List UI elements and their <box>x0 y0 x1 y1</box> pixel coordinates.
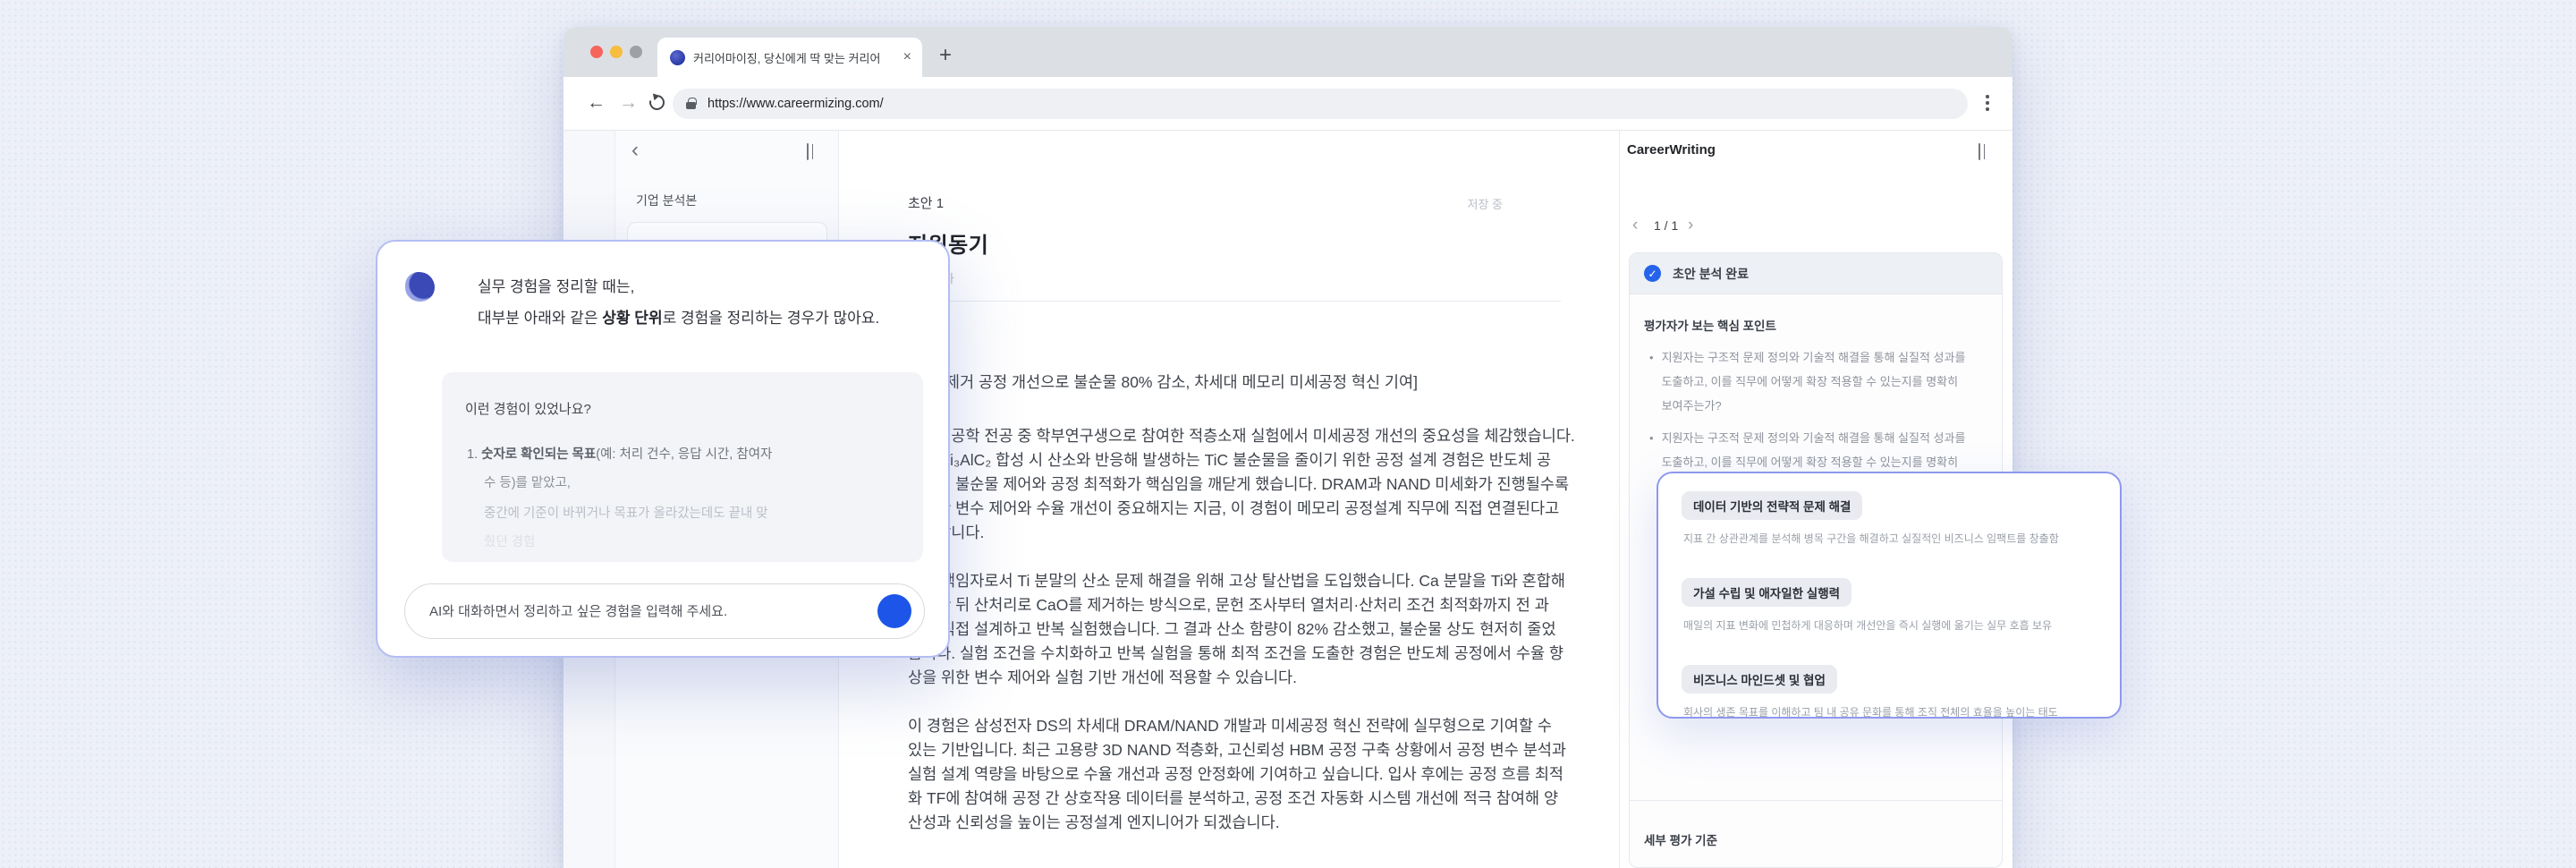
doc-line[interactable]: 습니다. 실험 조건을 수치화하고 반복 실험을 통해 최적 조건을 도출한 경… <box>908 642 1588 664</box>
doc-line[interactable]: 있는 기반입니다. 최근 고용량 3D NAND 적층화, 고신뢰성 HBM 공… <box>908 738 1588 761</box>
next-page-icon[interactable]: › <box>1688 216 1693 235</box>
criteria-text: 문제의 본질을 명확히 정의하고 목표를 설정했는가 <box>1662 864 1902 868</box>
status-label: 초안 분석 완료 <box>1673 265 1749 283</box>
divider <box>908 301 1561 302</box>
bullet-icon: • <box>1649 426 1654 498</box>
intro-prefix: 대부분 아래와 같은 <box>478 310 602 327</box>
new-tab-button[interactable]: + <box>939 45 952 66</box>
sidebar-section-label: 기업 분석본 <box>636 191 697 209</box>
window-minimize-button[interactable] <box>610 46 623 58</box>
modal-intro-line2: 대부분 아래와 같은 상황 단위로 경험을 정리하는 경우가 많아요. <box>478 305 879 328</box>
divider <box>1630 800 2002 801</box>
page-indicator: 1 / 1 <box>1654 218 1678 233</box>
example-question: 이런 경험이 있었나요? <box>465 399 591 418</box>
doc-line[interactable]: 실험 책임자로서 Ti 분말의 산소 문제 해결을 위해 고상 탈산법을 도입했… <box>908 569 1588 591</box>
key-point-text: 지원자는 구조적 문제 정의와 기술적 해결을 통해 실질적 성과를 도출하고,… <box>1662 345 1967 418</box>
ai-avatar <box>405 272 435 302</box>
back-icon[interactable]: ← <box>587 92 606 114</box>
page-background: { "colors": { "page_bg": "#edf0f8", "acc… <box>0 0 2576 868</box>
competency-tag[interactable]: 비즈니스 마인드셋 및 협업 <box>1682 665 1837 694</box>
doc-line[interactable]: 특히 Ti₃AlC₂ 합성 시 산소와 반응해 발생하는 TiC 불순물을 줄이… <box>908 448 1588 471</box>
doc-line[interactable]: 상을 위한 변수 제어와 실험 기반 개선에 적용할 수 있습니다. <box>908 666 1588 688</box>
editor-pane[interactable]: 초안 1 저장 중 지원동기 0/1000자 [산소 제거 공정 개선으로 불순… <box>839 131 1619 868</box>
key-points-title: 평가자가 보는 핵심 포인트 <box>1644 316 1776 334</box>
item-rest: (예: 처리 건수, 응답 시간, 참여자 <box>596 447 772 462</box>
example-item-faded: 중간에 기준이 바뀌거나 목표가 올라갔는데도 끝내 맞 <box>484 503 768 522</box>
intro-bold: 상황 단위 <box>602 310 662 327</box>
doc-line[interactable]: 정을 직접 설계하고 반복 실험했습니다. 그 결과 산소 함량이 82% 감소… <box>908 617 1588 640</box>
example-item-line2: 수 등)를 맡았고, <box>484 472 571 491</box>
url-text: https://www.careermizing.com/ <box>708 97 884 111</box>
panel-title: CareerWriting <box>1627 142 1716 157</box>
tab-close-icon[interactable]: × <box>903 49 911 65</box>
window-close-button[interactable] <box>590 46 603 58</box>
bullet-icon: • <box>1649 345 1654 418</box>
doc-line[interactable]: 정에서 불순물 제어와 공정 최적화가 핵심임을 깨닫게 했습니다. DRAM과… <box>908 472 1588 495</box>
doc-line[interactable]: 산성과 신뢰성을 높이는 공정설계 엔지니어가 되겠습니다. <box>908 811 1588 833</box>
doc-line[interactable]: 미세한 변수 제어와 수율 개선이 중요해지는 지금, 이 경험이 메모리 공정… <box>908 497 1588 519</box>
example-item-faded2: 췄던 경험 <box>484 532 535 550</box>
key-point-item: • 지원자는 구조적 문제 정의와 기술적 해결을 통해 실질적 성과를 도출하… <box>1649 345 1967 418</box>
browser-tab[interactable]: 커리어마이징, 당신에게 딱 맞는 커리어 × <box>657 38 922 77</box>
forward-icon[interactable]: → <box>619 92 638 114</box>
criteria-item: • 문제의 본질을 명확히 정의하고 목표를 설정했는가 <box>1649 864 1967 868</box>
doc-line[interactable]: 실험 설계 역량을 바탕으로 수율 개선과 공정 안정화에 기여하고 싶습니다.… <box>908 762 1588 785</box>
panel-toggle-icon[interactable] <box>1979 143 1980 160</box>
experience-input[interactable] <box>429 604 877 619</box>
item-number: 1. <box>467 447 481 462</box>
criteria-title: 세부 평가 기준 <box>1644 830 1717 848</box>
competency-desc: 회사의 생존 목표를 이해하고 팀 내 공유 문화를 통해 조직 전체의 효율을… <box>1683 704 2058 719</box>
check-icon: ✓ <box>1644 265 1661 282</box>
example-item-line1: 1. 숫자로 확인되는 목표(예: 처리 건수, 응답 시간, 참여자 <box>467 444 772 463</box>
doc-line[interactable]: 화 TF에 참여해 공정 간 상호작용 데이터를 분석하고, 공정 조건 자동화… <box>908 787 1588 809</box>
browser-tab-strip: 커리어마이징, 당신에게 딱 맞는 커리어 × + <box>564 27 2012 77</box>
doc-line[interactable]: 확신합니다. <box>908 521 1588 543</box>
analysis-status-row: ✓ 초안 분석 완료 <box>1630 253 2002 294</box>
ai-experience-modal: 실무 경험을 정리할 때는, 대부분 아래와 같은 상황 단위로 경험을 정리하… <box>376 240 950 658</box>
address-bar[interactable]: https://www.careermizing.com/ <box>673 89 1968 119</box>
sidebar-toggle-icon[interactable] <box>807 143 809 160</box>
chat-input-row <box>404 583 925 639</box>
saving-status: 저장 중 <box>1468 195 1504 212</box>
browser-menu-icon[interactable] <box>1986 95 1989 111</box>
competency-desc: 지표 간 상관관계를 분석해 병목 구간을 해결하고 실질적인 비즈니스 임팩트… <box>1683 531 2059 546</box>
lock-icon <box>686 102 696 109</box>
item-bold: 숫자로 확인되는 목표 <box>481 447 596 462</box>
reload-icon[interactable] <box>647 92 667 113</box>
window-zoom-button[interactable] <box>630 46 642 58</box>
prev-page-icon[interactable]: ‹ <box>1632 216 1638 235</box>
competency-desc: 매일의 지표 변화에 민첩하게 대응하며 개선안을 즉시 실행에 옮기는 실무 … <box>1683 617 2052 633</box>
competency-highlight-box: 데이터 기반의 전략적 문제 해결 지표 간 상관관계를 분석해 병목 구간을 … <box>1657 472 2122 719</box>
experience-example-card: 이런 경험이 있었나요? 1. 숫자로 확인되는 목표(예: 처리 건수, 응답… <box>442 372 923 562</box>
modal-intro-line1: 실무 경험을 정리할 때는, <box>478 274 634 296</box>
bullet-icon: • <box>1649 864 1654 868</box>
intro-suffix: 로 경험을 정리하는 경우가 많아요. <box>663 310 880 327</box>
sidebar-back-icon[interactable]: ‹ <box>631 138 639 163</box>
site-favicon-icon <box>670 50 685 65</box>
competency-tag[interactable]: 데이터 기반의 전략적 문제 해결 <box>1682 491 1862 520</box>
doc-line[interactable]: 이 경험은 삼성전자 DS의 차세대 DRAM/NAND 개발과 미세공정 혁신… <box>908 714 1588 736</box>
doc-headline[interactable]: [산소 제거 공정 개선으로 불순물 80% 감소, 차세대 메모리 미세공정 … <box>908 370 1588 393</box>
doc-line[interactable]: 신소재공학 전공 중 학부연구생으로 참여한 적층소재 실험에서 미세공정 개선… <box>908 424 1588 447</box>
competency-tag[interactable]: 가설 수립 및 애자일한 실행력 <box>1682 578 1852 607</box>
doc-line[interactable]: 환원한 뒤 산처리로 CaO를 제거하는 방식으로, 문헌 조사부터 열처리·산… <box>908 593 1588 616</box>
tab-title: 커리어마이징, 당신에게 딱 맞는 커리어 <box>693 49 896 66</box>
send-button[interactable] <box>877 594 911 628</box>
draft-label: 초안 1 <box>908 193 944 212</box>
browser-toolbar: ← → https://www.careermizing.com/ <box>564 77 2012 131</box>
